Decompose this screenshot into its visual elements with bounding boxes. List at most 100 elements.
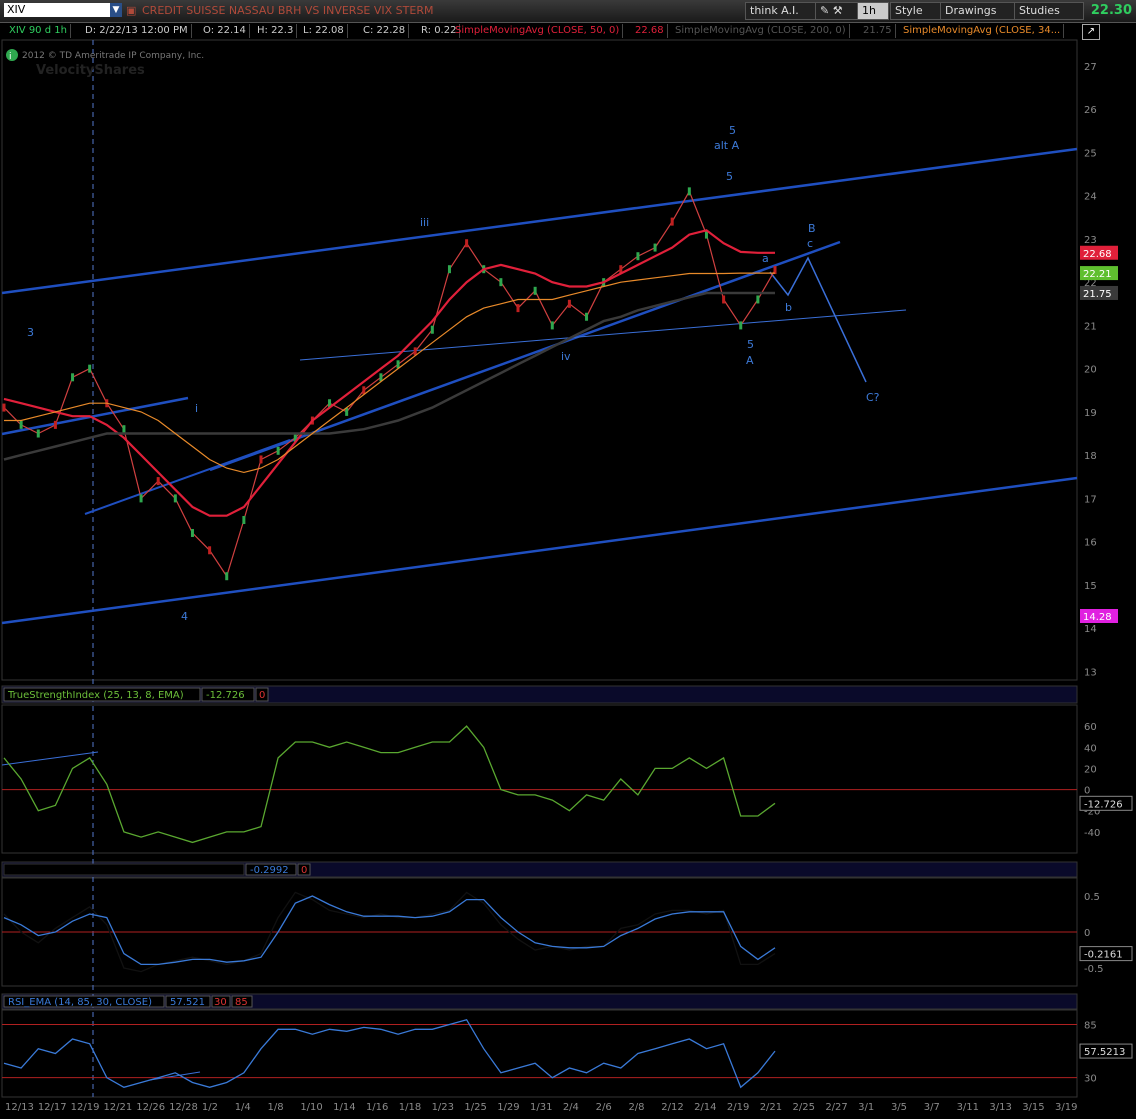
- symbol-input[interactable]: XIV: [4, 3, 111, 17]
- date-label: 2/8: [628, 1102, 644, 1113]
- date-label: 1/23: [432, 1102, 454, 1113]
- price-candle: [242, 516, 246, 524]
- price-tick-label: 20: [1084, 365, 1097, 376]
- think-button[interactable]: think A.I.: [745, 2, 819, 20]
- wave-label: B: [808, 222, 816, 235]
- date-label: 3/7: [924, 1102, 940, 1113]
- price-candle: [36, 429, 40, 438]
- drawings-button[interactable]: Drawings: [940, 2, 1018, 20]
- chart-settings-icon[interactable]: ▣: [126, 4, 136, 17]
- date-label: 2/27: [825, 1102, 847, 1113]
- date-label: 12/21: [103, 1102, 132, 1113]
- price-candle: [88, 364, 92, 373]
- price-tick-label: 27: [1084, 62, 1097, 73]
- date-label: 1/16: [366, 1102, 388, 1113]
- price-tick-label: 15: [1084, 581, 1097, 592]
- indicator-tick-label: -0.5: [1084, 964, 1104, 975]
- wave-label: iii: [420, 216, 429, 229]
- rsi-85: 85: [235, 997, 248, 1008]
- wave-label: a: [762, 252, 769, 265]
- date-label: 3/5: [891, 1102, 907, 1113]
- price-candle: [653, 243, 657, 252]
- chart-canvas[interactable]: 1314151617181920212223242526276040200-20…: [0, 0, 1136, 1119]
- price-tick-label: 17: [1084, 494, 1097, 505]
- macd-value: -0.2992: [250, 865, 289, 876]
- tsi-value: -12.726: [206, 690, 245, 701]
- price-candle: [550, 321, 554, 330]
- quote-close: C: 22.28: [360, 24, 410, 38]
- price-candle: [447, 265, 451, 274]
- wave-label: alt A: [714, 139, 740, 152]
- price-tick-label: 23: [1084, 235, 1097, 246]
- svg-text:i: i: [9, 52, 12, 62]
- price-candle: [739, 321, 743, 330]
- tsi-panel[interactable]: [1, 704, 1078, 854]
- price-candle: [208, 546, 212, 555]
- price-tick-label: 21: [1084, 321, 1097, 332]
- price-candle: [276, 446, 280, 455]
- price-badge-label: 22.21: [1083, 269, 1112, 280]
- quote-bar: XIV 90 d 1h D: 2/22/13 12:00 PM O: 22.14…: [0, 23, 1136, 40]
- date-label: 3/19: [1055, 1102, 1077, 1113]
- tsi-header: TrueStrengthIndex (25, 13, 8, EMA) -12.7…: [3, 687, 269, 702]
- price-candle: [156, 477, 160, 486]
- quote-high: H: 22.3: [254, 24, 298, 38]
- price-candle: [567, 299, 571, 308]
- price-candle: [636, 252, 640, 261]
- price-candle: [225, 572, 229, 581]
- interval-button[interactable]: 1h: [857, 2, 889, 20]
- wave-label: i: [195, 402, 198, 415]
- date-label: 1/18: [399, 1102, 421, 1113]
- date-label: 3/1: [858, 1102, 874, 1113]
- date-label: 1/31: [530, 1102, 552, 1113]
- drawing-tools-icon[interactable]: ✎ ⚒: [815, 2, 863, 20]
- price-tick-label: 26: [1084, 105, 1097, 116]
- indicator-badge-label: -12.726: [1084, 799, 1123, 810]
- date-label: 3/11: [957, 1102, 979, 1113]
- date-label: 1/14: [333, 1102, 355, 1113]
- rsi-panel[interactable]: [1, 1009, 1078, 1098]
- wave-label: 3: [27, 326, 34, 339]
- date-label: 12/28: [169, 1102, 198, 1113]
- wave-label: 5: [729, 124, 736, 137]
- date-label: 1/8: [268, 1102, 284, 1113]
- date-label: 1/29: [497, 1102, 519, 1113]
- date-label: 3/13: [989, 1102, 1011, 1113]
- wave-label: 5: [726, 170, 733, 183]
- indicator-tick-label: 60: [1084, 722, 1097, 733]
- date-label: 1/10: [300, 1102, 322, 1113]
- quote-low: L: 22.08: [300, 24, 348, 38]
- price-candle: [516, 304, 520, 313]
- sma50-value: 22.68: [632, 24, 668, 38]
- date-label: 1/4: [235, 1102, 251, 1113]
- date-label: 12/19: [71, 1102, 100, 1113]
- date-label: 1/25: [464, 1102, 486, 1113]
- price-panel[interactable]: [1, 39, 1078, 681]
- price-tick-label: 18: [1084, 451, 1097, 462]
- tsi-zero: 0: [259, 690, 265, 701]
- macd-zero: 0: [301, 865, 307, 876]
- price-candle: [139, 494, 143, 503]
- style-button[interactable]: Style: [890, 2, 944, 20]
- price-candle: [722, 295, 726, 304]
- sma200-label: SimpleMovingAvg (CLOSE, 200, 0): [672, 24, 850, 38]
- price-tick-label: 13: [1084, 667, 1097, 678]
- sma50-label: SimpleMovingAvg (CLOSE, 50, 0): [452, 24, 624, 38]
- studies-button[interactable]: Studies: [1014, 2, 1084, 20]
- rsi-title: RSI_EMA (14, 85, 30, CLOSE): [8, 997, 152, 1008]
- symbol-dropdown-icon[interactable]: ▼: [110, 3, 122, 17]
- indicator-tick-label: 20: [1084, 764, 1097, 775]
- date-label: 12/26: [136, 1102, 165, 1113]
- quote-date: D: 2/22/13 12:00 PM: [82, 24, 192, 38]
- indicator-badge-label: 57.5213: [1084, 1047, 1125, 1058]
- date-label: 12/13: [5, 1102, 34, 1113]
- indicator-tick-label: 0: [1084, 786, 1090, 797]
- price-candle: [173, 494, 177, 503]
- expand-icon[interactable]: ↗: [1082, 24, 1100, 40]
- date-label: 2/21: [760, 1102, 782, 1113]
- info-icon[interactable]: [6, 49, 18, 61]
- watermark-text: VelocityShares: [36, 63, 145, 78]
- indicator-tick-label: -40: [1084, 828, 1100, 839]
- price-tick-label: 16: [1084, 538, 1097, 549]
- price-tick-label: 24: [1084, 192, 1097, 203]
